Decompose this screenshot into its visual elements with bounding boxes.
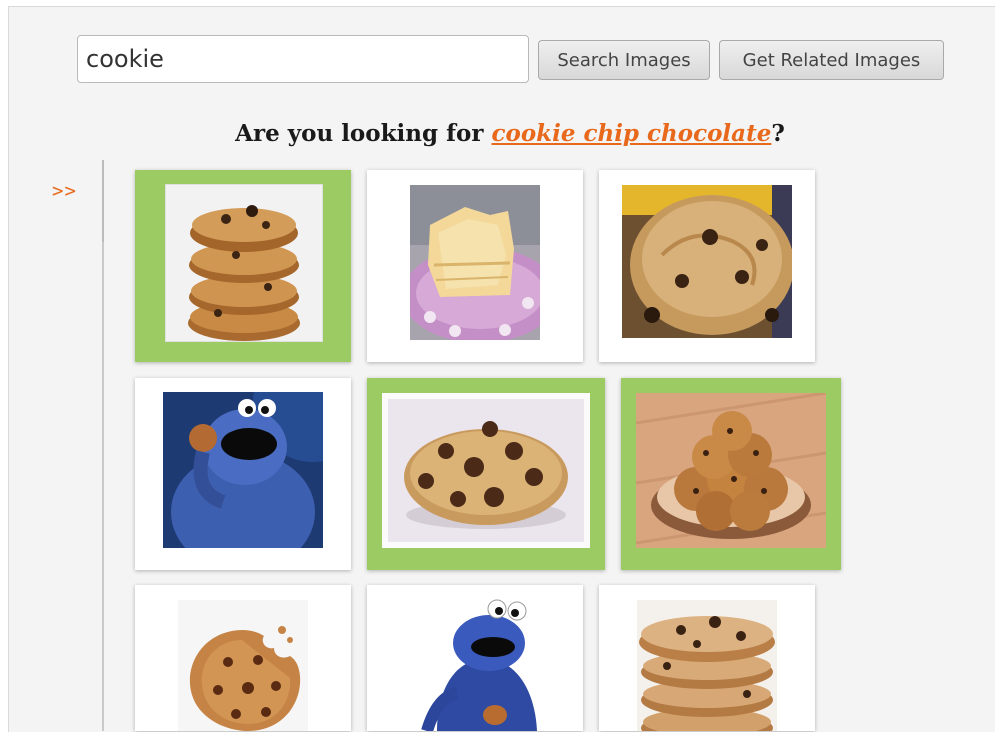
- panel-divider: [102, 160, 104, 731]
- suggestion-line: Are you looking for cookie chip chocolat…: [0, 120, 995, 147]
- image-tile-single-cookie[interactable]: [367, 378, 605, 570]
- single-cookie-image: [382, 393, 590, 548]
- search-images-button[interactable]: Search Images: [538, 40, 710, 80]
- suggestion-link[interactable]: cookie chip chocolate: [491, 120, 771, 147]
- cookie-stack-image: [637, 600, 777, 731]
- cookie-monster-2-image: [397, 597, 553, 731]
- big-cookie-image: [622, 185, 792, 338]
- get-related-images-button[interactable]: Get Related Images: [719, 40, 944, 80]
- image-tile-sugar-cookies[interactable]: [367, 170, 583, 362]
- sugar-cookies-image: [410, 185, 540, 340]
- cookie-monster-image: [163, 392, 323, 548]
- search-input[interactable]: [77, 35, 529, 83]
- stacked-cookies-image: [165, 184, 323, 342]
- image-tile-cookie-monster[interactable]: [135, 378, 351, 570]
- bitten-cookie-image: [178, 600, 308, 731]
- suggestion-suffix: ?: [771, 120, 785, 147]
- expand-toggle[interactable]: >>: [52, 180, 77, 202]
- image-tile-cookie-plate[interactable]: [621, 378, 841, 570]
- image-tile-cookie-stack[interactable]: [599, 585, 815, 731]
- suggestion-prefix: Are you looking for: [235, 120, 492, 147]
- cookie-plate-image: [636, 393, 826, 548]
- image-tile-big-cookie[interactable]: [599, 170, 815, 362]
- image-tile-bitten-cookie[interactable]: [135, 585, 351, 731]
- image-tile-stacked-cookies[interactable]: [135, 170, 351, 362]
- image-tile-cookie-monster-2[interactable]: [367, 585, 583, 731]
